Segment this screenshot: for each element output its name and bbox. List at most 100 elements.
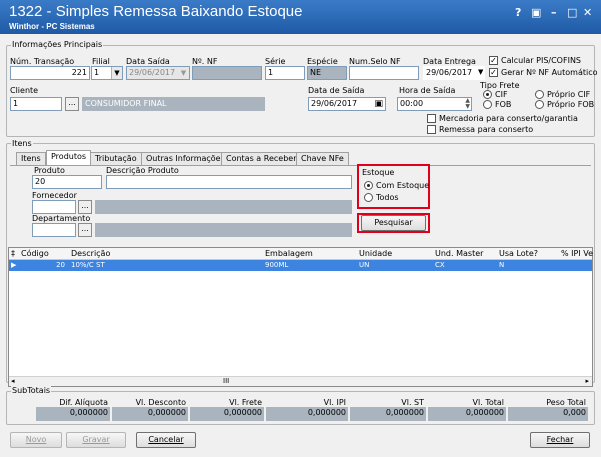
novo-button[interactable]: Novo <box>10 432 62 448</box>
vl-ipi-value: 0,000000 <box>266 407 348 421</box>
row-indicator-icon: ▶ <box>11 261 17 269</box>
frete-cif-radio[interactable] <box>483 90 492 99</box>
data-saida2-field[interactable]: 29/06/2017 ▣ <box>308 97 386 111</box>
nf-field[interactable] <box>192 66 262 80</box>
cell-usa-lote: N <box>499 261 505 269</box>
grid-col-unidade[interactable]: Unidade <box>359 249 392 258</box>
restore-icon[interactable]: ▣ <box>531 6 541 19</box>
cliente-search-button[interactable]: ... <box>65 97 79 111</box>
gravar-button[interactable]: Gravar <box>66 432 126 448</box>
grid-col-ipi[interactable]: % IPI Ve <box>561 249 593 258</box>
calc-pis-label: Calcular PIS/COFINS <box>501 56 581 65</box>
window-title: 1322 - Simples Remessa Baixando Estoque <box>9 3 303 20</box>
cancelar-button-label: Cancelar <box>148 435 184 444</box>
produto-label: Produto <box>34 166 65 175</box>
frete-cif-label: CIF <box>495 90 508 99</box>
merc-conserto-label: Mercadoria para conserto/garantia <box>439 114 578 123</box>
pesquisar-button[interactable]: Pesquisar <box>361 215 426 231</box>
cell-codigo: 20 <box>56 261 65 269</box>
horizontal-scrollbar[interactable]: ◂ III ▸ <box>9 376 592 386</box>
tab-itens[interactable]: Itens <box>16 152 46 165</box>
main-info-legend: Informações Principais <box>11 40 104 49</box>
merc-conserto-checkbox[interactable] <box>427 114 436 123</box>
gerar-nf-label: Gerar Nº NF Automático <box>501 68 598 77</box>
grid-col-embalagem[interactable]: Embalagem <box>265 249 313 258</box>
estoque-label: Estoque <box>362 168 395 177</box>
vl-ipi-label: Vl. IPI <box>323 398 346 407</box>
chevron-down-icon[interactable]: ▼ <box>478 68 483 76</box>
num-transacao-label: Núm. Transação <box>10 57 75 66</box>
hora-saida-field[interactable]: 00:00 ▲ ▼ <box>397 97 472 111</box>
descricao-field[interactable] <box>106 175 352 189</box>
remessa-conserto-checkbox[interactable] <box>427 125 436 134</box>
cliente-label: Cliente <box>10 86 39 95</box>
todos-label: Todos <box>376 193 399 202</box>
data-saida-value: 29/06/2017 <box>129 68 176 77</box>
tab-tributacao[interactable]: Tributação <box>90 152 142 165</box>
data-entrega-field[interactable]: 29/06/2017 <box>423 66 485 80</box>
vl-total-label: Vl. Total <box>472 398 504 407</box>
peso-total-label: Peso Total <box>546 398 586 407</box>
grid-col-descricao[interactable]: Descrição <box>71 249 110 258</box>
cell-unidade: UN <box>359 261 370 269</box>
data-saida-field[interactable]: 29/06/2017 ▼ <box>126 66 190 80</box>
maximize-icon[interactable]: □ <box>567 6 577 19</box>
novo-button-label: Novo <box>25 435 47 444</box>
minimize-icon[interactable]: – <box>551 6 557 19</box>
tab-chave-nfe[interactable]: Chave NFe <box>296 152 349 165</box>
scroll-right-icon[interactable]: ▸ <box>585 377 589 385</box>
fornecedor-search-button[interactable]: ... <box>78 200 92 214</box>
gerar-nf-checkbox[interactable]: ✓ <box>489 68 498 77</box>
grid-col-codigo[interactable]: Código <box>21 249 49 258</box>
vl-desconto-label: Vl. Desconto <box>135 398 186 407</box>
frete-proprio-cif-label: Próprio CIF <box>547 90 591 99</box>
cell-descricao: 10%/C ST <box>71 261 105 269</box>
frete-fob-label: FOB <box>495 100 512 109</box>
serie-field[interactable]: 1 <box>265 66 305 80</box>
frete-fob-radio[interactable] <box>483 100 492 109</box>
spinner-icon[interactable]: ▲ ▼ <box>465 98 470 110</box>
scroll-thumb[interactable]: III <box>223 377 229 385</box>
fornecedor-code-field[interactable] <box>32 200 76 214</box>
todos-radio[interactable] <box>364 193 373 202</box>
calendar-icon[interactable]: ▣ <box>374 99 383 109</box>
grid-col-und-master[interactable]: Und. Master <box>435 249 483 258</box>
fechar-button-label: Fechar <box>546 435 574 444</box>
tab-produtos[interactable]: Produtos <box>46 150 92 165</box>
frete-proprio-fob-label: Próprio FOB <box>547 100 595 109</box>
data-entrega-value: 29/06/2017 <box>426 68 473 77</box>
grid-col-usa-lote[interactable]: Usa Lote? <box>499 249 538 258</box>
num-transacao-field[interactable]: 221 <box>10 66 90 80</box>
products-grid[interactable]: ‡ Código Descrição Embalagem Unidade Und… <box>8 247 593 387</box>
peso-total-value: 0,000 <box>508 407 588 421</box>
vl-st-label: Vl. ST <box>401 398 424 407</box>
fechar-button[interactable]: Fechar <box>530 432 590 448</box>
vl-desconto-value: 0,000000 <box>112 407 188 421</box>
remessa-conserto-label: Remessa para conserto <box>439 125 534 134</box>
tab-outras-informacoes[interactable]: Outras Informações <box>141 152 230 165</box>
num-selo-label: Num.Selo NF <box>349 57 401 66</box>
departamento-search-button[interactable]: ... <box>78 223 92 237</box>
chevron-down-icon[interactable]: ▼ <box>111 67 122 79</box>
scroll-left-icon[interactable]: ◂ <box>11 377 15 385</box>
cancelar-button[interactable]: Cancelar <box>136 432 196 448</box>
grid-col-marker: ‡ <box>11 249 15 258</box>
tab-contas-receber[interactable]: Contas a Receber <box>221 152 302 165</box>
tab-divider <box>10 165 591 166</box>
departamento-code-field[interactable] <box>32 223 76 237</box>
filial-select[interactable]: 1 ▼ <box>91 66 123 80</box>
especie-field[interactable]: NE <box>307 66 347 80</box>
close-icon[interactable]: ✕ <box>583 6 592 19</box>
com-estoque-label: Com Estoque <box>376 181 430 190</box>
help-icon[interactable]: ? <box>515 6 521 19</box>
frete-proprio-cif-radio[interactable] <box>535 90 544 99</box>
com-estoque-radio[interactable] <box>364 181 373 190</box>
cliente-name-field: CONSUMIDOR FINAL <box>82 97 265 111</box>
departamento-label: Departamento <box>32 214 91 223</box>
calc-pis-checkbox[interactable]: ✓ <box>489 56 498 65</box>
num-selo-field[interactable] <box>349 66 419 80</box>
cliente-code-field[interactable]: 1 <box>10 97 62 111</box>
table-row[interactable]: ▶ 20 10%/C ST 900ML UN CX N <box>9 260 592 271</box>
produto-field[interactable]: 20 <box>32 175 102 189</box>
frete-proprio-fob-radio[interactable] <box>535 100 544 109</box>
